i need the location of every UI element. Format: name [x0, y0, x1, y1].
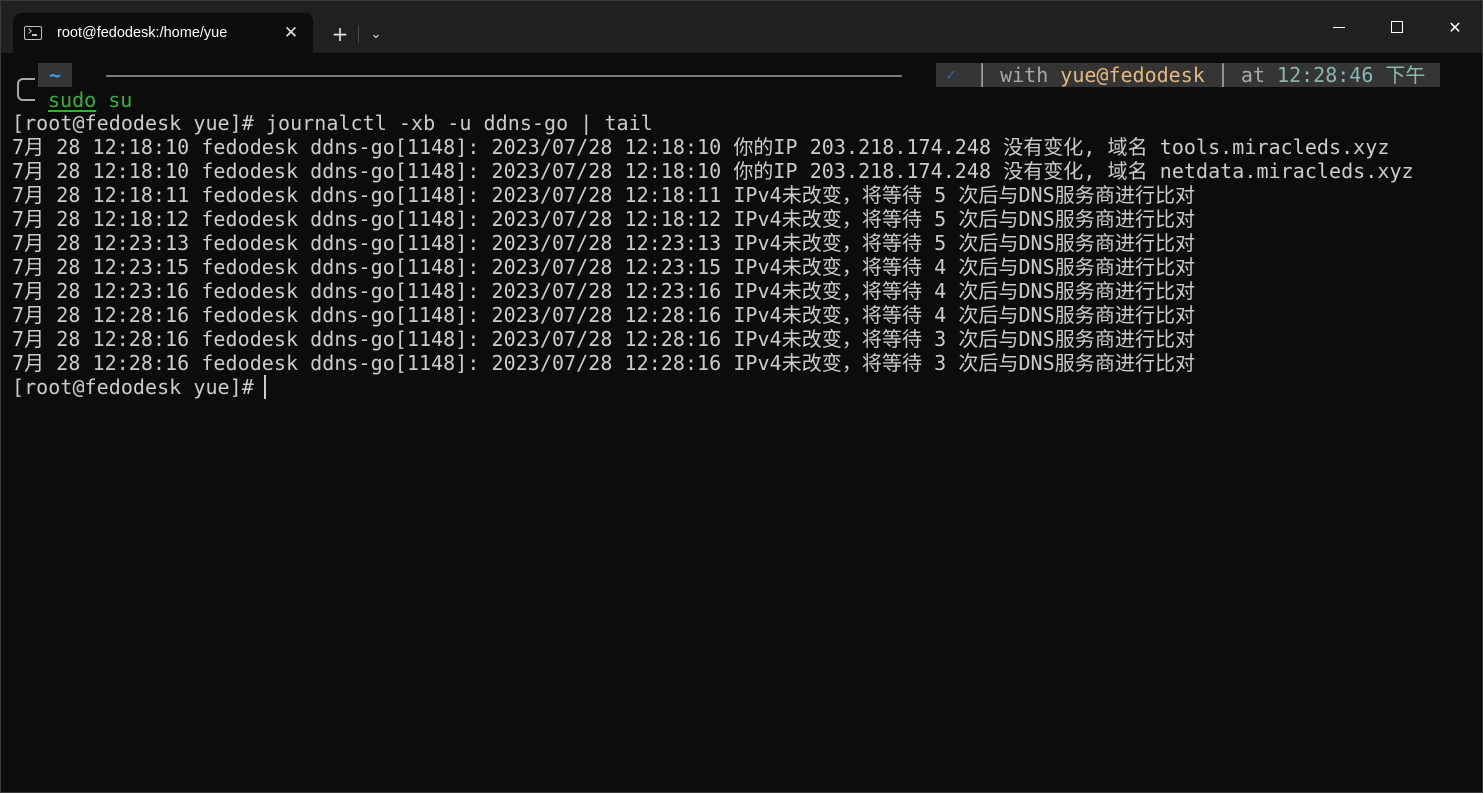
command-line: [root@fedodesk yue]# journalctl -xb -u d… [12, 111, 653, 135]
tab-close-button[interactable]: ✕ [273, 15, 309, 51]
log-line: 7月 28 12:23:15 fedodesk ddns-go[1148]: 2… [12, 255, 1196, 279]
prompt-bracket [17, 78, 35, 101]
status-with-label: │ with [976, 63, 1061, 87]
prompt-status-text: │ with yue@fedodesk │ at 12:28:46 下午 [976, 63, 1425, 87]
log-line: 7月 28 12:18:12 fedodesk ddns-go[1148]: 2… [12, 207, 1196, 231]
final-prompt: [root@fedodesk yue]# [12, 375, 266, 399]
status-user: yue@fedodesk [1060, 63, 1205, 87]
text-cursor [264, 375, 266, 399]
status-time: 12:28:46 下午 [1277, 63, 1426, 87]
title-bar: root@fedodesk:/home/yue ✕ + ⌄ ✕ [1, 1, 1482, 53]
status-at-label: │ at [1204, 63, 1278, 87]
sudo-command: sudo [48, 88, 97, 112]
chevron-down-icon[interactable]: ⌄ [359, 17, 393, 51]
terminal-output[interactable]: ~ ✓ │ with yue@fedodesk │ at 12:28:46 下午… [1, 53, 1482, 792]
log-line: 7月 28 12:18:10 fedodesk ddns-go[1148]: 2… [12, 159, 1414, 183]
minimize-button[interactable] [1310, 1, 1368, 53]
terminal-icon [24, 26, 42, 40]
new-tab-button[interactable]: + [321, 17, 359, 51]
maximize-icon [1391, 21, 1403, 33]
tab-root-fedodesk[interactable]: root@fedodesk:/home/yue ✕ [13, 13, 313, 53]
minimize-icon [1333, 26, 1345, 28]
prompt-rule [106, 75, 902, 77]
prompt-directory: ~ [38, 63, 72, 87]
log-line: 7月 28 12:23:16 fedodesk ddns-go[1148]: 2… [12, 279, 1196, 303]
sudo-argument: su [96, 88, 133, 112]
prompt-status-bar: ✓ │ with yue@fedodesk │ at 12:28:46 下午 [936, 63, 1440, 87]
maximize-button[interactable] [1368, 1, 1426, 53]
sudo-command-line: sudo su [48, 88, 132, 112]
log-line: 7月 28 12:28:16 fedodesk ddns-go[1148]: 2… [12, 303, 1196, 327]
log-line: 7月 28 12:28:16 fedodesk ddns-go[1148]: 2… [12, 327, 1196, 351]
terminal-window: root@fedodesk:/home/yue ✕ + ⌄ ✕ ~ ✓ │ wi… [0, 0, 1483, 793]
check-icon: ✓ [946, 65, 956, 84]
close-button[interactable]: ✕ [1426, 1, 1482, 53]
log-line: 7月 28 12:23:13 fedodesk ddns-go[1148]: 2… [12, 231, 1196, 255]
log-line: 7月 28 12:18:10 fedodesk ddns-go[1148]: 2… [12, 135, 1390, 159]
tab-title: root@fedodesk:/home/yue [57, 25, 228, 41]
log-line: 7月 28 12:28:16 fedodesk ddns-go[1148]: 2… [12, 351, 1196, 375]
log-line: 7月 28 12:18:11 fedodesk ddns-go[1148]: 2… [12, 183, 1196, 207]
